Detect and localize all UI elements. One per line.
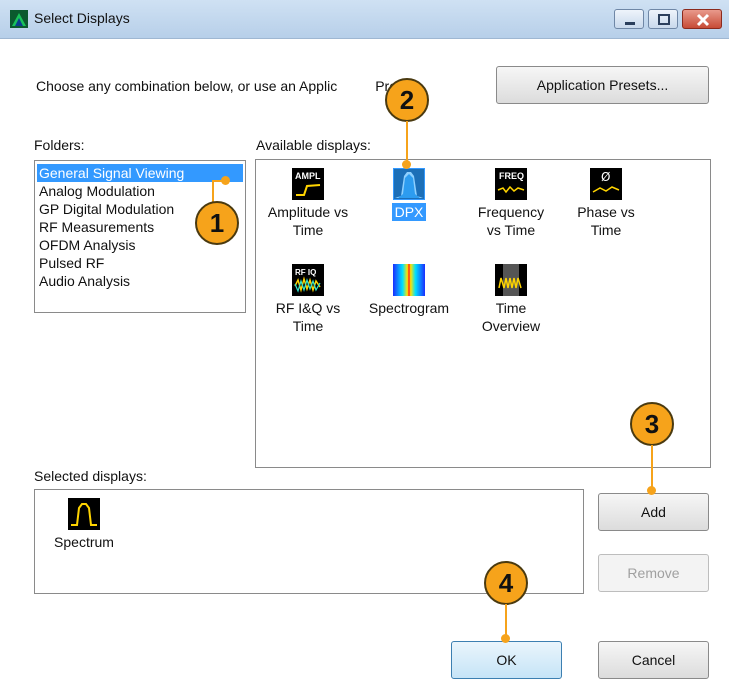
display-item-dpx[interactable]: DPX bbox=[361, 168, 457, 221]
display-item-frequency-vs-time[interactable]: FREQ Frequency vs Time bbox=[463, 168, 559, 239]
callout-1: 1 bbox=[195, 201, 239, 245]
available-displays-label: Available displays: bbox=[256, 137, 371, 153]
display-label: Spectrum bbox=[54, 534, 114, 550]
display-label: Amplitude vs Time bbox=[267, 204, 349, 238]
window-title: Select Displays bbox=[34, 10, 130, 26]
title-bar[interactable]: Select Displays bbox=[0, 0, 729, 39]
callout-2: 2 bbox=[385, 78, 429, 122]
spectrogram-icon bbox=[393, 264, 425, 296]
remove-button[interactable]: Remove bbox=[598, 554, 709, 592]
svg-text:AMPL: AMPL bbox=[295, 171, 321, 181]
callout-dot bbox=[647, 486, 656, 495]
select-displays-dialog: Select Displays Choose any combination b… bbox=[0, 0, 729, 690]
dpx-icon bbox=[393, 168, 425, 200]
folders-label: Folders: bbox=[34, 137, 85, 153]
display-item-rf-iq-vs-time[interactable]: RF IQ RF I&Q vs Time bbox=[260, 264, 356, 335]
svg-text:FREQ: FREQ bbox=[499, 171, 524, 181]
callout-4: 4 bbox=[484, 561, 528, 605]
app-icon bbox=[10, 10, 28, 28]
svg-text:RF IQ: RF IQ bbox=[295, 268, 316, 277]
folder-item-audio-analysis[interactable]: Audio Analysis bbox=[35, 272, 245, 290]
cancel-button[interactable]: Cancel bbox=[598, 641, 709, 679]
folder-item-pulsed-rf[interactable]: Pulsed RF bbox=[35, 254, 245, 272]
minimize-button[interactable] bbox=[614, 9, 644, 29]
freq-icon: FREQ bbox=[495, 168, 527, 200]
display-item-phase-vs-time[interactable]: Ø Phase vs Time bbox=[558, 168, 654, 239]
display-label: Spectrogram bbox=[368, 300, 450, 316]
svg-text:Ø: Ø bbox=[601, 170, 610, 184]
display-label: Time Overview bbox=[481, 300, 541, 334]
instruction-text: Choose any combination below, or use an … bbox=[36, 78, 420, 94]
application-presets-button[interactable]: Application Presets... bbox=[496, 66, 709, 104]
close-button[interactable] bbox=[682, 9, 722, 29]
display-item-amplitude-vs-time[interactable]: AMPL Amplitude vs Time bbox=[260, 168, 356, 239]
ok-button[interactable]: OK bbox=[451, 641, 562, 679]
display-label: Phase vs Time bbox=[577, 204, 635, 238]
add-button[interactable]: Add bbox=[598, 493, 709, 531]
callout-dot bbox=[501, 634, 510, 643]
time-overview-icon bbox=[495, 264, 527, 296]
phase-icon: Ø bbox=[590, 168, 622, 200]
maximize-icon bbox=[658, 14, 670, 25]
callout-dot bbox=[402, 160, 411, 169]
close-icon bbox=[696, 13, 710, 27]
display-label: RF I&Q vs Time bbox=[275, 300, 341, 334]
selected-displays-label: Selected displays: bbox=[34, 468, 147, 484]
callout-3: 3 bbox=[630, 402, 674, 446]
display-item-spectrogram[interactable]: Spectrogram bbox=[361, 264, 457, 317]
display-item-time-overview[interactable]: Time Overview bbox=[463, 264, 559, 335]
minimize-icon bbox=[625, 22, 635, 25]
spectrum-icon bbox=[68, 498, 100, 530]
callout-dot bbox=[221, 176, 230, 185]
callout-leader bbox=[651, 445, 653, 489]
maximize-button[interactable] bbox=[648, 9, 678, 29]
display-label: DPX bbox=[391, 203, 427, 221]
rfiq-icon: RF IQ bbox=[292, 264, 324, 296]
selected-item-spectrum[interactable]: Spectrum bbox=[41, 498, 127, 551]
ampl-icon: AMPL bbox=[292, 168, 324, 200]
display-label: Frequency vs Time bbox=[477, 204, 545, 238]
